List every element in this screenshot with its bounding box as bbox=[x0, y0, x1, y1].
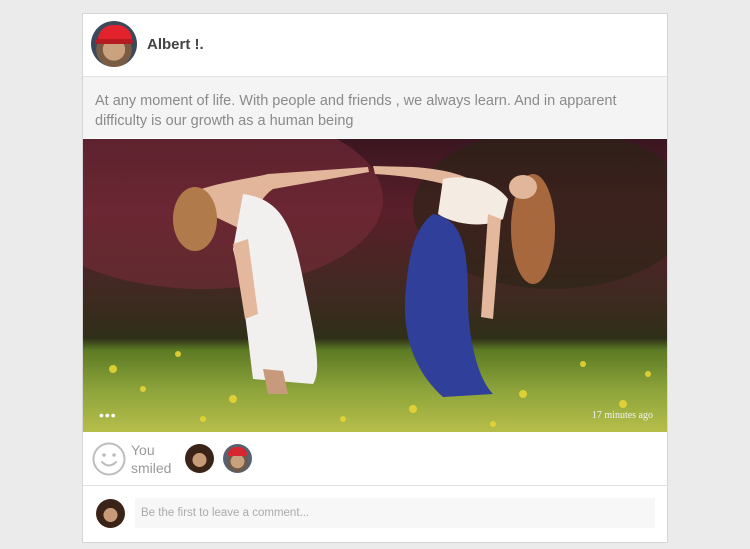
post-photo[interactable]: ••• 17 minutes ago bbox=[83, 139, 667, 432]
smiley-face-icon[interactable] bbox=[92, 442, 126, 476]
more-options-icon[interactable]: ••• bbox=[99, 408, 117, 422]
comment-row bbox=[83, 486, 667, 542]
post-text: At any moment of life. With people and f… bbox=[95, 93, 617, 129]
photo-illustration bbox=[83, 139, 667, 427]
post-header: Albert !. bbox=[83, 14, 667, 77]
author-name[interactable]: Albert !. bbox=[147, 36, 204, 53]
reactor-avatar[interactable] bbox=[185, 444, 214, 473]
commenter-avatar bbox=[96, 499, 125, 528]
reactions-bar: You smiled bbox=[83, 432, 667, 486]
post-card: Albert !. At any moment of life. With pe… bbox=[82, 13, 668, 543]
comment-input[interactable] bbox=[135, 498, 655, 528]
author-avatar[interactable] bbox=[91, 21, 137, 67]
reactor-avatar[interactable] bbox=[223, 444, 252, 473]
smile-status-label: You smiled bbox=[131, 442, 172, 476]
post-text-section: At any moment of life. With people and f… bbox=[83, 77, 667, 138]
post-timestamp: 17 minutes ago bbox=[591, 410, 653, 421]
